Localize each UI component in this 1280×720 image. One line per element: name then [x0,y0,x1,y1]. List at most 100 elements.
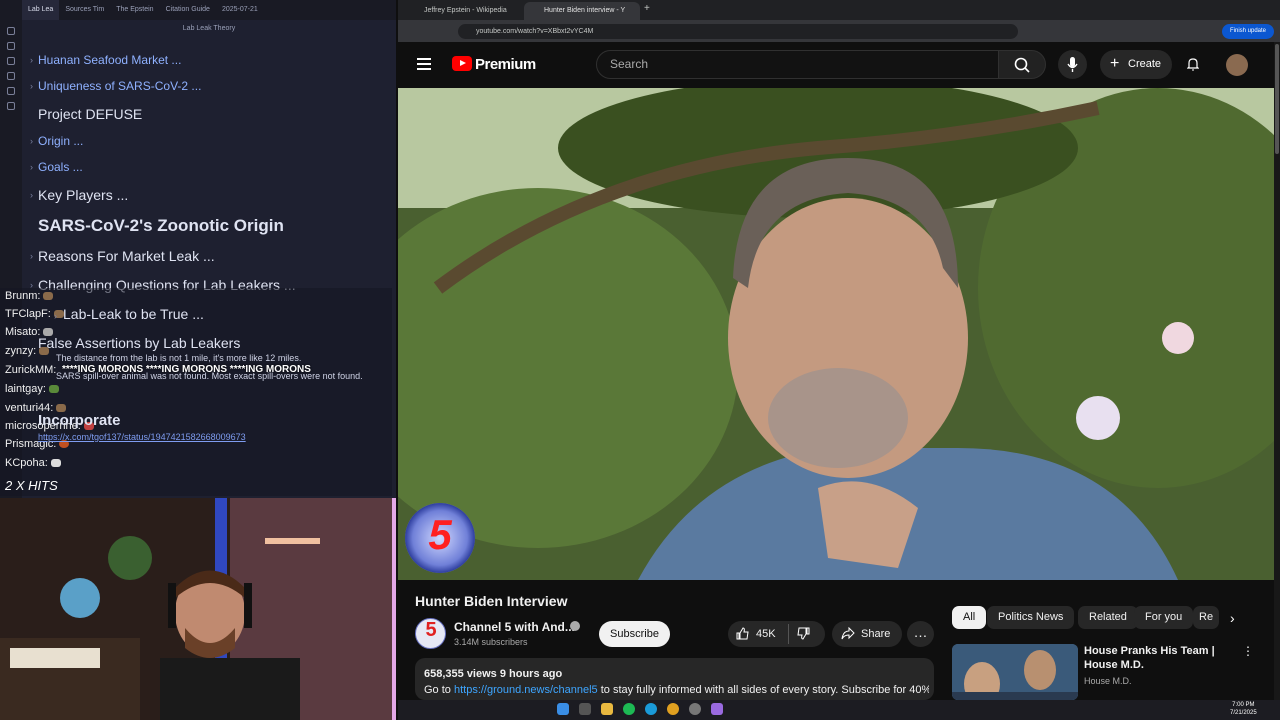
collapse-chevron-icon[interactable]: › [30,136,33,146]
collapse-chevron-icon[interactable]: › [30,251,33,261]
channel-name[interactable]: Channel 5 with And... [454,620,575,634]
obsidian-icon[interactable] [711,703,723,715]
video-title: Hunter Biden Interview [415,593,568,609]
thumbs-down-icon[interactable] [797,627,810,640]
obsidian-tab-4[interactable]: 2025-07-21 [216,0,264,20]
youtube-logo-text[interactable]: Premium [475,56,536,73]
notifications-bell-icon[interactable] [1186,57,1200,71]
task-view-icon[interactable] [579,703,591,715]
view-count: 658,355 views 9 hours ago [424,668,563,680]
description-link[interactable]: https://ground.news/channel5 [454,684,598,696]
outline-item[interactable]: Goals ... [38,160,83,174]
search-icon[interactable] [7,42,15,50]
description-suffix: to stay fully informed with all sides of… [597,684,929,696]
template-icon[interactable] [7,102,15,110]
browser-tab-wikipedia[interactable]: Jeffrey Epstein - Wikipedia [404,2,522,20]
note-title: Lab Leak Theory [182,25,236,32]
obsidian-window: Lab Lea Sources Tim The Epstein Citation… [0,0,396,498]
chat-user: laintgay: [5,383,46,395]
related-video-thumbnail[interactable] [952,644,1078,700]
obs-icon[interactable] [689,703,701,715]
related-more-icon[interactable]: ⋮ [1242,644,1254,658]
channel-avatar[interactable]: 5 [415,618,446,649]
browser-tab-strip: Jeffrey Epstein - Wikipedia Hunter Biden… [398,0,1280,20]
note-bullet: The distance from the lab is not 1 mile,… [56,353,302,363]
new-tab-button[interactable]: + [644,3,650,14]
search-input[interactable]: Search [596,50,999,79]
canvas-icon[interactable] [7,72,15,80]
calendar-icon[interactable] [7,87,15,95]
chat-message: laintgay: [5,383,59,395]
collapse-chevron-icon[interactable]: › [30,81,33,91]
video-player[interactable] [398,88,1274,580]
taskbar-clock[interactable]: 7:00 PM 7/21/2025 [1230,701,1257,717]
webcam-feed [0,498,396,720]
address-bar[interactable]: youtube.com/watch?v=XBbxt2vYC4M [458,24,1018,39]
search-icon [1014,57,1030,73]
verified-badge-icon [570,621,580,631]
like-count: 45K [756,628,776,640]
menu-icon[interactable] [417,58,431,70]
file-explorer-icon[interactable] [601,703,613,715]
collapse-chevron-icon[interactable]: › [30,162,33,172]
obsidian-tab-bar: Lab Lea Sources Tim The Epstein Citation… [0,0,396,20]
files-icon[interactable] [7,27,15,35]
obsidian-tab-0[interactable]: Lab Lea [22,0,60,20]
channel-avatar-label: 5 [425,619,437,641]
emote-icon [56,404,67,413]
clock-date: 7/21/2025 [1230,710,1257,716]
chevron-right-icon[interactable]: › [1230,610,1235,626]
channel-5-watermark: 5 [405,503,475,573]
graph-icon[interactable] [7,57,15,65]
youtube-logo-icon[interactable] [452,56,472,71]
description-text: Go to https://ground.news/channel5 to st… [424,684,929,696]
channel-5-watermark-number: 5 [428,511,452,558]
obsidian-tab-1[interactable]: Sources Tim [59,0,110,20]
webcam-border [392,498,396,720]
tab-title: Jeffrey Epstein - Wikipedia [424,7,507,14]
obsidian-tab-3[interactable]: Citation Guide [160,0,216,20]
start-menu-icon[interactable] [557,703,569,715]
microphone-icon [1067,57,1078,72]
voice-search-button[interactable] [1058,50,1087,79]
obsidian-tab-2[interactable]: The Epstein [110,0,159,20]
webcam-image [0,498,396,720]
account-avatar[interactable] [1226,54,1248,76]
note-link[interactable]: https://x.com/tgof137/status/19474215826… [38,432,246,442]
chip-all[interactable]: All [952,606,987,629]
more-actions-button[interactable]: … [907,621,934,647]
outline-heading-main: SARS-CoV-2's Zoonotic Origin [38,216,284,235]
collapse-chevron-icon[interactable]: › [54,311,57,321]
related-channel-name[interactable]: House M.D. [1084,676,1132,686]
outline-heading: Reasons For Market Leak ... [38,248,215,264]
emote-icon [48,385,59,394]
chip-politics-news[interactable]: Politics News [987,606,1075,629]
chat-message: ZurickMM: [5,364,56,376]
finish-update-button[interactable]: Finish update [1222,24,1274,39]
chat-user: ZurickMM: [5,364,57,376]
browser-tab-youtube[interactable]: Hunter Biden interview - Y [524,2,640,20]
collapse-chevron-icon[interactable]: › [30,190,33,200]
chip-for-you[interactable]: For you [1134,606,1194,629]
collapse-chevron-icon[interactable]: › [30,55,33,65]
outline-heading: Project DEFUSE [38,106,143,122]
outline-item[interactable]: Origin ... [38,134,83,148]
chat-user: KCpoha: [5,457,48,469]
chrome-icon[interactable] [667,703,679,715]
windows-taskbar [398,700,1280,720]
outline-item[interactable]: Huanan Seafood Market ... [38,53,181,67]
chip-related[interactable]: Related [1078,606,1138,629]
outline-heading: Key Players ... [38,187,129,203]
outline-item[interactable]: Uniqueness of SARS-CoV-2 ... [38,79,201,93]
related-video-title[interactable]: House Pranks His Team | House M.D. [1084,644,1244,672]
emote-icon [50,459,61,468]
description-prefix: Go to [424,684,454,696]
edge-icon[interactable] [645,703,657,715]
search-button[interactable] [998,50,1046,79]
page-scrollbar[interactable] [1274,42,1280,700]
video-frame [398,88,1274,580]
spotify-icon[interactable] [623,703,635,715]
subscriber-count: 3.14M subscribers [454,637,528,647]
chip-recent[interactable]: Re [1193,606,1219,629]
subscribe-button[interactable]: Subscribe [599,621,670,647]
